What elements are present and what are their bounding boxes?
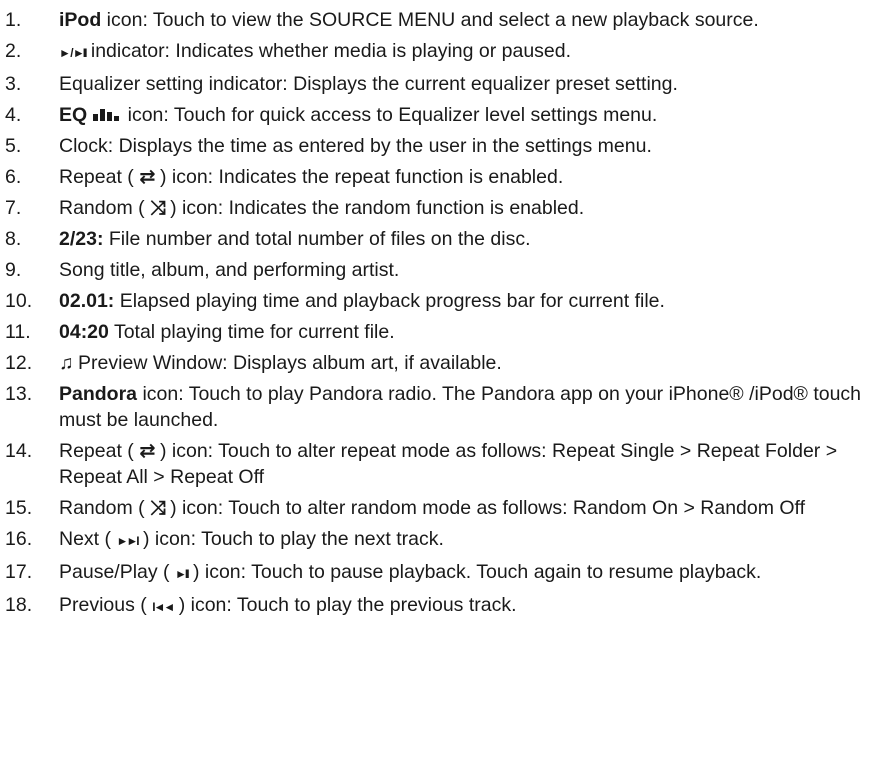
list-item: 12. ♫ Preview Window: Displays album art… bbox=[0, 350, 875, 376]
item-number: 18. bbox=[5, 594, 33, 616]
list-item: 1. iPod icon: Touch to view the SOURCE M… bbox=[0, 7, 875, 33]
item-text: Random ( ⤨ ) icon: Indicates the random … bbox=[59, 197, 585, 219]
item-bold-term: iPod bbox=[59, 9, 102, 31]
music-note-icon: ♫ bbox=[59, 352, 74, 374]
item-number: 9. bbox=[5, 259, 22, 281]
item-number: 15. bbox=[5, 497, 33, 519]
list-item: 16. Next ( ►►I ) icon: Touch to play the… bbox=[0, 526, 875, 554]
item-text: Clock: Displays the time as entered by t… bbox=[59, 135, 652, 157]
list-item: 15. Random ( ⤨ ) icon: Touch to alter ra… bbox=[0, 495, 875, 521]
list-item: 10. 02.01: Elapsed playing time and play… bbox=[0, 288, 875, 314]
item-number: 16. bbox=[5, 528, 33, 550]
instruction-list: 1. iPod icon: Touch to view the SOURCE M… bbox=[0, 0, 875, 620]
item-bold-term: EQ bbox=[59, 104, 88, 126]
play-pause-icon: ► / ►II bbox=[59, 46, 87, 60]
shuffle-icon: ⤨ bbox=[150, 497, 166, 519]
item-number: 8. bbox=[5, 228, 22, 250]
item-number: 10. bbox=[5, 290, 33, 312]
item-number: 12. bbox=[5, 352, 33, 374]
list-item: 3. Equalizer setting indicator: Displays… bbox=[0, 71, 875, 97]
item-text: Repeat ( ⇄ ) icon: Touch to alter repeat… bbox=[59, 440, 838, 488]
item-number: 17. bbox=[5, 561, 33, 583]
item-text: Next ( ►►I ) icon: Touch to play the nex… bbox=[59, 528, 444, 550]
list-item: 4. EQ icon: Touch for quick access to Eq… bbox=[0, 102, 875, 128]
item-number: 5. bbox=[5, 135, 22, 157]
list-item: 17. Pause/Play ( ►II ) icon: Touch to pa… bbox=[0, 559, 875, 587]
list-item: 13. Pandora icon: Touch to play Pandora … bbox=[0, 381, 875, 433]
list-item: 5. Clock: Displays the time as entered b… bbox=[0, 133, 875, 159]
repeat-icon: ⇄ bbox=[139, 166, 155, 188]
item-text: Random ( ⤨ ) icon: Touch to alter random… bbox=[59, 497, 806, 519]
item-text: 04:20 Total playing time for current fil… bbox=[59, 321, 395, 343]
item-number: 7. bbox=[5, 197, 22, 219]
item-number: 14. bbox=[5, 440, 33, 462]
item-number: 4. bbox=[5, 104, 22, 126]
item-text: Equalizer setting indicator: Displays th… bbox=[59, 73, 678, 95]
item-number: 11. bbox=[5, 321, 31, 343]
list-item: 2. ► / ►II indicator: Indicates whether … bbox=[0, 38, 875, 66]
item-text: ► / ►II indicator: Indicates whether med… bbox=[59, 40, 572, 62]
item-bold-term: 04:20 bbox=[59, 321, 109, 343]
list-item: 11. 04:20 Total playing time for current… bbox=[0, 319, 875, 345]
item-number: 2. bbox=[5, 40, 22, 62]
repeat-icon: ⇄ bbox=[139, 440, 155, 462]
list-item: 7. Random ( ⤨ ) icon: Indicates the rand… bbox=[0, 195, 875, 221]
item-text: 2/23: File number and total number of fi… bbox=[59, 228, 531, 250]
item-number: 3. bbox=[5, 73, 22, 95]
next-track-icon: ►►I bbox=[116, 534, 139, 548]
previous-track-icon: I◄◄ bbox=[152, 600, 175, 614]
item-bold-term: 2/23: bbox=[59, 228, 104, 250]
item-text: 02.01: Elapsed playing time and playback… bbox=[59, 290, 665, 312]
item-bold-term: 02.01: bbox=[59, 290, 115, 312]
list-item: 9. Song title, album, and performing art… bbox=[0, 257, 875, 283]
item-text: Song title, album, and performing artist… bbox=[59, 259, 400, 281]
item-text: ♫ Preview Window: Displays album art, if… bbox=[59, 352, 502, 374]
item-text: Previous ( I◄◄ ) icon: Touch to play the… bbox=[59, 594, 517, 616]
equalizer-icon bbox=[93, 108, 120, 121]
item-text: Repeat ( ⇄ ) icon: Indicates the repeat … bbox=[59, 166, 564, 188]
item-text: EQ icon: Touch for quick access to Equal… bbox=[59, 104, 658, 126]
shuffle-icon: ⤨ bbox=[150, 197, 166, 219]
play-pause-icon: ►II bbox=[174, 567, 189, 581]
item-text: Pandora icon: Touch to play Pandora radi… bbox=[59, 383, 862, 431]
item-number: 13. bbox=[5, 383, 33, 405]
item-text: iPod icon: Touch to view the SOURCE MENU… bbox=[59, 9, 759, 31]
list-item: 18. Previous ( I◄◄ ) icon: Touch to play… bbox=[0, 592, 875, 620]
item-text: Pause/Play ( ►II ) icon: Touch to pause … bbox=[59, 561, 762, 583]
list-item: 6. Repeat ( ⇄ ) icon: Indicates the repe… bbox=[0, 164, 875, 190]
item-number: 1. bbox=[5, 9, 22, 31]
item-number: 6. bbox=[5, 166, 22, 188]
item-bold-term: Pandora bbox=[59, 383, 138, 405]
list-item: 14. Repeat ( ⇄ ) icon: Touch to alter re… bbox=[0, 438, 875, 490]
list-item: 8. 2/23: File number and total number of… bbox=[0, 226, 875, 252]
